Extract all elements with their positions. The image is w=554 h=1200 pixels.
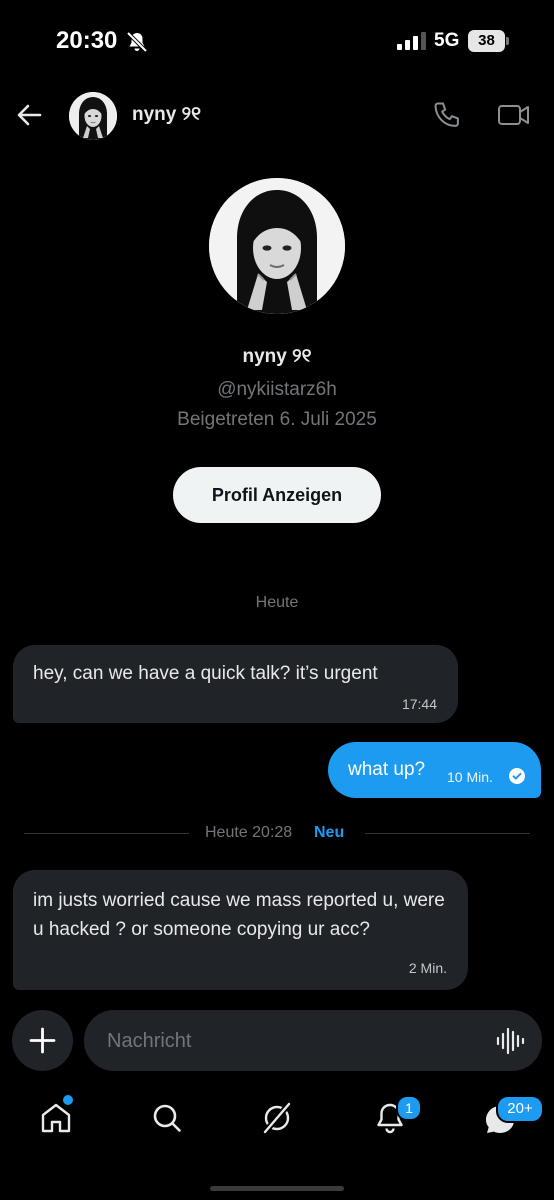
message-text: hey, can we have a quick talk? it’s urge… (33, 663, 378, 684)
video-icon[interactable] (497, 99, 531, 131)
back-arrow-icon[interactable] (12, 98, 46, 132)
voice-wave-icon[interactable] (495, 1026, 525, 1056)
new-messages-separator: Heute 20:28 Neu (0, 822, 554, 846)
message-input[interactable]: Nachricht (84, 1010, 542, 1071)
conversation-header: nyny ୨୧ (0, 84, 554, 148)
phone-icon[interactable] (431, 99, 463, 131)
read-check-icon (509, 768, 525, 784)
message-outgoing[interactable]: what up? 10 Min. (328, 742, 541, 798)
view-profile-button[interactable]: Profil Anzeigen (173, 467, 381, 523)
contact-name[interactable]: nyny ୨୧ (132, 104, 201, 126)
message-incoming[interactable]: im justs worried cause we mass reported … (13, 870, 468, 990)
messages-badge: 20+ (496, 1095, 544, 1123)
plus-icon (29, 1027, 56, 1054)
signal-icon (397, 32, 426, 50)
profile-avatar[interactable] (209, 178, 345, 314)
avatar[interactable] (69, 92, 117, 140)
profile-name: nyny ୨୧ (242, 346, 312, 367)
message-time: 10 Min. (447, 769, 493, 785)
search-icon[interactable] (147, 1098, 187, 1138)
status-time: 20:30 (56, 27, 118, 54)
profile-handle: @nykiistarz6h (217, 379, 337, 400)
message-text: what up? (348, 759, 426, 780)
grok-icon[interactable] (257, 1098, 297, 1138)
message-incoming[interactable]: hey, can we have a quick talk? it’s urge… (13, 645, 458, 723)
message-time: 2 Min. (408, 960, 447, 976)
new-label: Neu (314, 824, 345, 841)
day-separator: Heute (255, 594, 299, 611)
separator-time: Heute 20:28 (205, 824, 293, 841)
divider (24, 833, 189, 834)
battery-icon: 38 (468, 30, 509, 52)
bottom-navigation: 1 20+ (0, 1090, 554, 1200)
battery-level: 38 (478, 32, 495, 49)
divider (365, 833, 530, 834)
network-type: 5G (434, 30, 460, 51)
home-unread-dot (61, 1093, 75, 1107)
profile-joined-date: Beigetreten 6. Juli 2025 (177, 409, 377, 430)
status-bar: 20:30 5G 38 (0, 0, 554, 84)
bell-off-icon (126, 31, 148, 53)
message-text: im justs worried cause we mass reported … (33, 890, 445, 940)
notifications-badge: 1 (396, 1095, 422, 1121)
message-placeholder: Nachricht (107, 1030, 192, 1052)
message-time: 17:44 (401, 696, 437, 712)
home-indicator (210, 1186, 344, 1191)
add-attachment-button[interactable] (12, 1010, 73, 1071)
